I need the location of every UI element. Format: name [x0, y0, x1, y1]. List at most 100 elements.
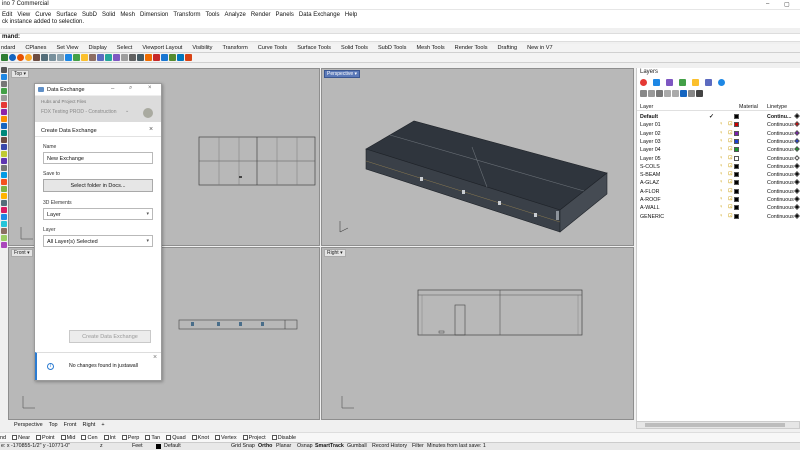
osnap-knot[interactable]: Knot — [191, 435, 212, 441]
layer-color-swatch[interactable] — [734, 205, 739, 211]
render-icon[interactable] — [177, 54, 184, 61]
layer-color-swatch[interactable] — [734, 213, 739, 219]
tab-new-in-v7[interactable]: New in V7 — [527, 45, 553, 51]
box-tool-icon[interactable] — [1, 144, 7, 150]
menu-transform[interactable]: Transform — [173, 12, 200, 18]
zoom-selected-icon[interactable] — [113, 54, 120, 61]
layer-row[interactable]: GENERIC ♀ ⊡ Continuous — [637, 213, 800, 221]
print-color-diamond-icon[interactable] — [794, 179, 800, 186]
current-layer-check-icon[interactable]: ✓ — [709, 113, 714, 120]
viewport-right[interactable]: Right ▾ — [321, 247, 634, 420]
lock-icon[interactable]: ⊡ — [728, 155, 733, 161]
layer-linetype[interactable]: Continuous — [767, 131, 794, 137]
tab-viewport-layout[interactable]: Viewport Layout — [142, 45, 182, 51]
layer-color-swatch[interactable] — [734, 188, 739, 194]
layer-row[interactable]: Layer 01 ♀ ⊡ Continuous — [637, 121, 800, 129]
osnap-quad[interactable]: Quad — [166, 435, 188, 441]
layer-linetype[interactable]: Continuous — [767, 156, 794, 162]
lock-icon[interactable]: ⊡ — [728, 188, 733, 194]
menu-render[interactable]: Render — [251, 12, 271, 18]
layer-row[interactable]: Layer 03 ♀ ⊡ Continuous — [637, 138, 800, 146]
layers-scrollbar[interactable] — [636, 421, 800, 429]
tab-render-tools[interactable]: Render Tools — [455, 45, 488, 51]
layer-color-swatch[interactable] — [734, 197, 739, 202]
split-tool-icon[interactable] — [1, 186, 7, 192]
print-color-diamond-icon[interactable] — [794, 129, 800, 136]
print-color-diamond-icon[interactable] — [794, 171, 800, 177]
osnap-mid[interactable]: Mid — [60, 435, 79, 441]
vp-tab-right[interactable]: Right — [82, 422, 95, 428]
hub-select[interactable]: FDX Testing PROD - Construction — [41, 109, 117, 115]
tab-select[interactable]: Select — [117, 45, 133, 51]
lightbulb-icon[interactable]: ♀ — [719, 213, 723, 219]
layer-linetype[interactable]: Continuous — [767, 205, 794, 211]
layer-row[interactable]: A-FLOR ♀ ⊡ Continuous — [637, 188, 800, 196]
close-icon[interactable]: × — [153, 354, 157, 361]
column-material[interactable]: Material — [739, 104, 758, 110]
print-color-diamond-icon[interactable] — [794, 121, 800, 128]
menu-edit[interactable]: Edit — [2, 12, 12, 18]
tab-set-view[interactable]: Set View — [56, 45, 78, 51]
menu-analyze[interactable]: Analyze — [224, 12, 245, 18]
lightbulb-icon[interactable]: ♀ — [719, 188, 723, 194]
select-folder-button[interactable]: Select folder in Docs... — [43, 179, 153, 192]
menu-data-exchange[interactable]: Data Exchange — [299, 12, 340, 18]
layer-row[interactable]: S-COLS ♀ ⊡ Continuous — [637, 163, 800, 171]
layer-color-swatch[interactable] — [734, 163, 739, 169]
tab-subd-tools[interactable]: SubD Tools — [378, 45, 407, 51]
circle-tool-icon[interactable] — [1, 102, 7, 108]
print-color-diamond-icon[interactable] — [794, 187, 800, 194]
page-icon[interactable] — [640, 90, 647, 97]
menu-subd[interactable]: SubD — [82, 12, 97, 18]
curve-tool-icon[interactable] — [1, 95, 7, 101]
viewport-perspective[interactable]: Perspective ▾ — [321, 68, 634, 246]
delete-layer-icon[interactable] — [666, 79, 673, 86]
lock-icon[interactable]: ⊡ — [728, 171, 733, 177]
layer-linetype[interactable]: Continuous — [767, 172, 794, 178]
print-color-diamond-icon[interactable] — [794, 162, 800, 169]
layer-linetype[interactable]: Continuous — [767, 189, 794, 195]
tools-icon[interactable] — [688, 90, 695, 97]
layer-linetype[interactable]: Continuous — [767, 147, 794, 153]
display-icon[interactable] — [718, 79, 725, 86]
array-tool-icon[interactable] — [1, 228, 7, 234]
osnap-tan[interactable]: Tan — [145, 435, 163, 441]
lock-icon[interactable]: ⊡ — [728, 146, 733, 152]
lock-icon[interactable]: ⊡ — [728, 204, 733, 210]
move-tool-icon[interactable] — [1, 193, 7, 199]
layer-color-swatch[interactable] — [734, 180, 739, 186]
lightbulb-icon[interactable] — [145, 54, 152, 61]
polygon-tool-icon[interactable] — [1, 123, 7, 129]
lightbulb-icon[interactable]: ♀ — [719, 179, 723, 185]
layer-color-swatch[interactable] — [734, 147, 739, 153]
avatar[interactable] — [143, 108, 153, 118]
minimize-button[interactable]: – — [766, 1, 769, 7]
boolean-tool-icon[interactable] — [1, 165, 7, 171]
arrow-down-icon[interactable] — [672, 90, 679, 97]
name-input[interactable]: New Exchange — [43, 152, 153, 164]
lock-icon[interactable]: ⊡ — [728, 138, 733, 144]
cut-icon[interactable] — [41, 54, 48, 61]
new-layer-icon[interactable] — [640, 79, 647, 86]
undo-icon[interactable] — [65, 54, 72, 61]
layer-linetype[interactable]: Continuous — [767, 164, 794, 170]
pan-icon[interactable] — [73, 54, 80, 61]
lightbulb-icon[interactable]: ♀ — [719, 121, 723, 127]
layer-select[interactable]: All Layer(s) Selected ▾ — [43, 235, 153, 247]
column-layer[interactable]: Layer — [640, 104, 653, 110]
command-prompt[interactable]: mand: — [0, 33, 800, 42]
materials-icon[interactable] — [185, 54, 192, 61]
osnap-project[interactable]: Project — [242, 435, 269, 441]
layer-linetype[interactable]: Continuous — [767, 214, 794, 220]
menu-mesh[interactable]: Mesh — [120, 12, 135, 18]
layer-states-icon[interactable] — [705, 79, 712, 86]
viewport-icon[interactable] — [121, 54, 128, 61]
tab-drafting[interactable]: Drafting — [498, 45, 518, 51]
record-history-toggle[interactable]: Record History — [372, 443, 407, 449]
filter-toggle[interactable]: Filter — [412, 443, 424, 449]
menu-dimension[interactable]: Dimension — [140, 12, 168, 18]
lightbulb-icon[interactable]: ♀ — [719, 163, 723, 169]
text-tool-icon[interactable] — [1, 242, 7, 248]
lightbulb-icon[interactable]: ♀ — [719, 138, 723, 144]
lightbulb-icon[interactable]: ♀ — [719, 196, 723, 202]
